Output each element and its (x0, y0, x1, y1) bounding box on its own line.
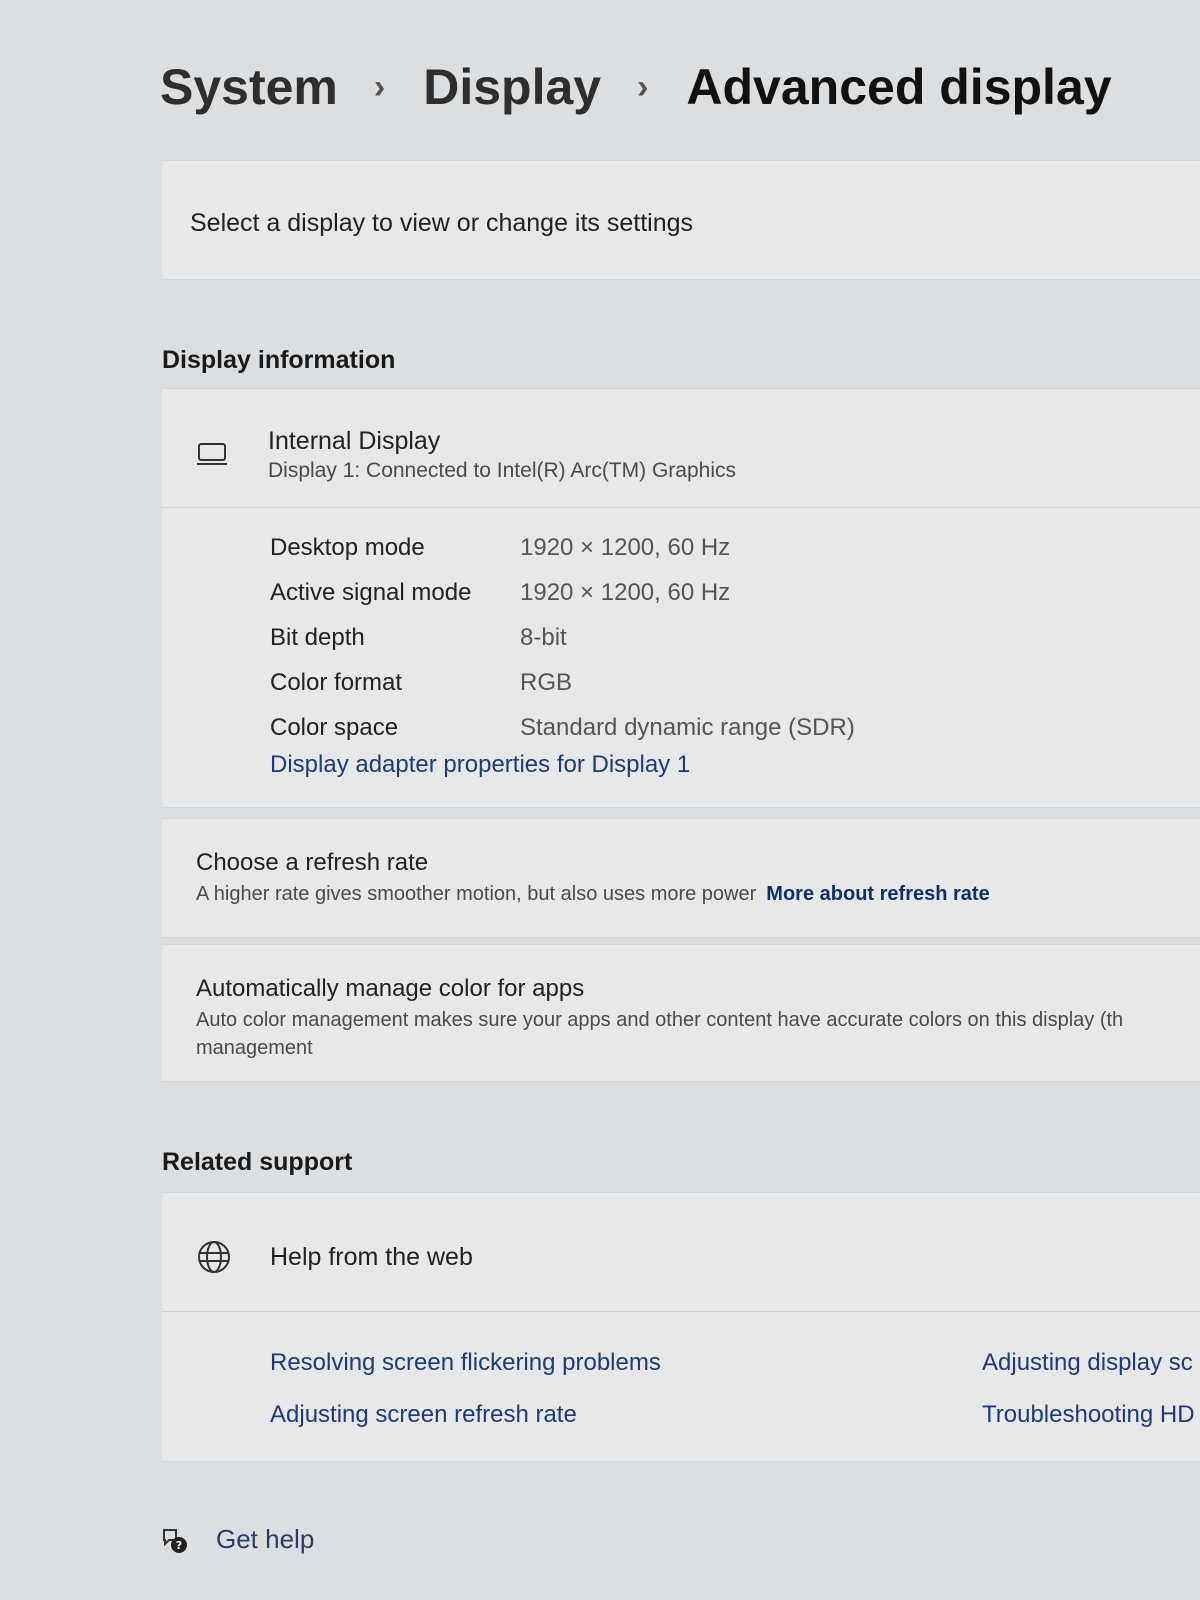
breadcrumb-system[interactable]: System (160, 58, 338, 116)
more-about-refresh-rate-link[interactable]: More about refresh rate (766, 883, 989, 905)
display-connection: Display 1: Connected to Intel(R) Arc(TM)… (268, 459, 736, 482)
property-name: Bit depth (270, 623, 365, 651)
property-value: 1920 × 1200, 60 Hz (520, 578, 731, 606)
property-row: Color format RGB (270, 660, 855, 705)
display-information-card: Internal Display Display 1: Connected to… (162, 388, 1200, 808)
help-from-web-card: Help from the web Resolving screen flick… (162, 1192, 1200, 1462)
display-name: Internal Display (268, 427, 441, 455)
breadcrumb-display[interactable]: Display (423, 58, 601, 116)
auto-color-management-setting[interactable]: Automatically manage color for apps Auto… (162, 944, 1200, 1082)
help-link-refresh-rate[interactable]: Adjusting screen refresh rate (270, 1401, 577, 1429)
help-link-screen-flickering[interactable]: Resolving screen flickering problems (270, 1349, 661, 1377)
auto-color-title: Automatically manage color for apps (196, 975, 585, 1002)
get-help-link[interactable]: ? Get help (160, 1524, 314, 1555)
refresh-rate-title: Choose a refresh rate (196, 849, 429, 876)
property-name: Desktop mode (270, 533, 425, 561)
property-value: 1920 × 1200, 60 Hz (520, 533, 731, 561)
related-support-heading: Related support (162, 1148, 353, 1176)
property-value: 8-bit (520, 623, 567, 651)
help-link-troubleshooting-hdr[interactable]: Troubleshooting HD (982, 1401, 1195, 1429)
property-row: Desktop mode 1920 × 1200, 60 Hz (270, 525, 855, 570)
property-name: Active signal mode (270, 578, 472, 606)
refresh-rate-setting[interactable]: Choose a refresh rate A higher rate give… (162, 818, 1200, 938)
get-help-label: Get help (216, 1524, 315, 1554)
select-display-label: Select a display to view or change its s… (190, 209, 694, 237)
advanced-display-page: System › Display › Advanced display Sele… (0, 0, 1200, 1600)
help-from-web-toggle[interactable]: Help from the web (270, 1243, 473, 1272)
display-properties: Desktop mode 1920 × 1200, 60 Hz Active s… (270, 525, 855, 750)
property-name: Color space (270, 713, 399, 741)
display-adapter-properties-link[interactable]: Display adapter properties for Display 1 (270, 751, 690, 779)
property-name: Color format (270, 668, 403, 696)
divider (162, 1311, 1200, 1312)
property-row: Active signal mode 1920 × 1200, 60 Hz (270, 570, 855, 615)
auto-color-description: Auto color management makes sure your ap… (196, 1009, 1124, 1031)
breadcrumb-separator-icon: › (373, 67, 386, 106)
select-display-card[interactable]: Select a display to view or change its s… (162, 160, 1200, 280)
property-value: Standard dynamic range (SDR) (520, 713, 855, 741)
refresh-rate-description-text: A higher rate gives smoother motion, but… (196, 883, 757, 905)
refresh-rate-description: A higher rate gives smoother motion, but… (196, 883, 990, 906)
breadcrumb: System › Display › Advanced display (160, 58, 1112, 116)
property-row: Color space Standard dynamic range (SDR) (270, 705, 855, 750)
page-title: Advanced display (686, 59, 1112, 115)
svg-text:?: ? (176, 1539, 182, 1552)
auto-color-description-continued: management (196, 1037, 313, 1059)
property-value: RGB (520, 668, 573, 696)
divider (162, 507, 1200, 508)
display-information-heading: Display information (162, 346, 396, 374)
help-link-display-scaling[interactable]: Adjusting display sc (982, 1349, 1193, 1377)
globe-icon (198, 1241, 230, 1273)
breadcrumb-separator-icon: › (637, 67, 649, 106)
help-icon: ? (163, 1528, 187, 1553)
property-row: Bit depth 8-bit (270, 615, 855, 660)
laptop-icon (197, 443, 227, 465)
